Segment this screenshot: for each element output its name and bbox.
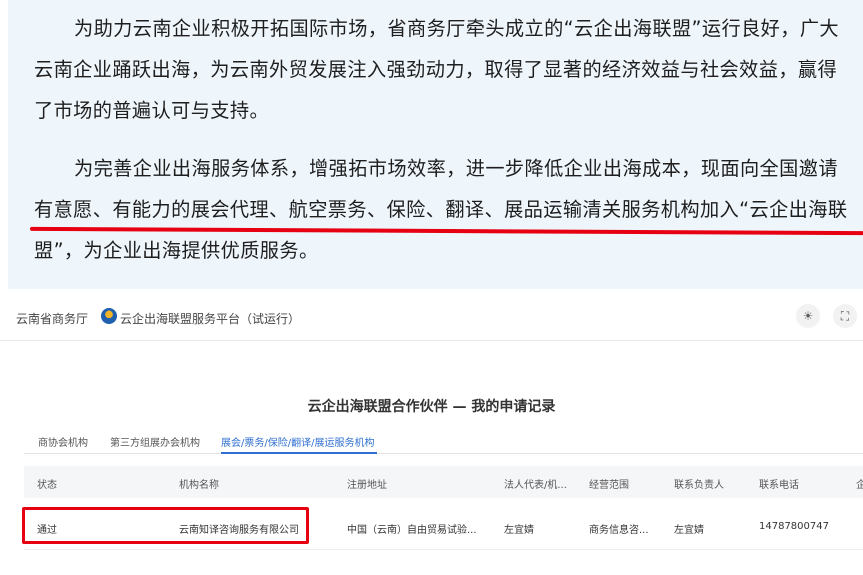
highlight-box [22, 507, 309, 544]
cell-legal-rep: 左宜婧 [504, 525, 534, 536]
column-header-legal-rep: 法人代表/机... [504, 480, 567, 491]
column-header-org-name: 机构名称 [179, 480, 219, 491]
cell-phone: 14787800747 [759, 521, 829, 532]
cell-business-scope: 商务信息咨... [589, 525, 649, 536]
article-excerpt: 为助力云南企业积极开拓国际市场，省商务厅牵头成立的“云企出海联盟”运行良好，广大… [8, 0, 863, 289]
page-title: 云企出海联盟合作伙伴 — 我的申请记录 [307, 399, 556, 415]
column-header-contact-person: 联系负责人 [674, 480, 724, 491]
tab-chamber-orgs[interactable]: 商协会机构 [38, 434, 88, 449]
sun-icon[interactable]: ☀ [796, 304, 820, 328]
column-header-truncated: 企 [856, 480, 863, 491]
platform-logo-icon [101, 308, 117, 324]
article-paragraph-1: 为助力云南企业积极开拓国际市场，省商务厅牵头成立的“云企出海联盟”运行良好，广大… [34, 17, 840, 122]
tab-bar: 商协会机构 第三方组展办会机构 展会/票务/保险/翻译/展运服务机构 [24, 426, 863, 454]
column-header-phone: 联系电话 [759, 480, 799, 491]
active-tab-indicator [221, 452, 377, 454]
platform-name[interactable]: 云企出海联盟服务平台（试运行） [120, 310, 300, 327]
table-header: 状态 机构名称 注册地址 法人代表/机... 经营范围 联系负责人 联系电话 企 [24, 466, 863, 498]
tab-service-orgs[interactable]: 展会/票务/保险/翻译/展运服务机构 [221, 434, 374, 449]
cell-contact-person: 左宜婧 [674, 525, 704, 536]
org-name: 云南省商务厅 [16, 312, 89, 326]
column-header-status: 状态 [37, 480, 57, 491]
tab-third-party-exhibition[interactable]: 第三方组展办会机构 [110, 434, 200, 449]
article-paragraph-2: 为完善企业出海服务体系，增强拓市场效率，进一步降低企业出海成本，现面向全国邀请有… [34, 157, 848, 262]
column-header-business-scope: 经营范围 [589, 480, 629, 491]
column-header-address: 注册地址 [347, 480, 387, 491]
expand-icon[interactable]: ⛶ [833, 304, 857, 328]
platform-header: 云南省商务厅 云企出海联盟服务平台（试运行） ☀ ⛶ [0, 295, 863, 341]
cell-address: 中国（云南）自由贸易试验... [347, 525, 477, 536]
